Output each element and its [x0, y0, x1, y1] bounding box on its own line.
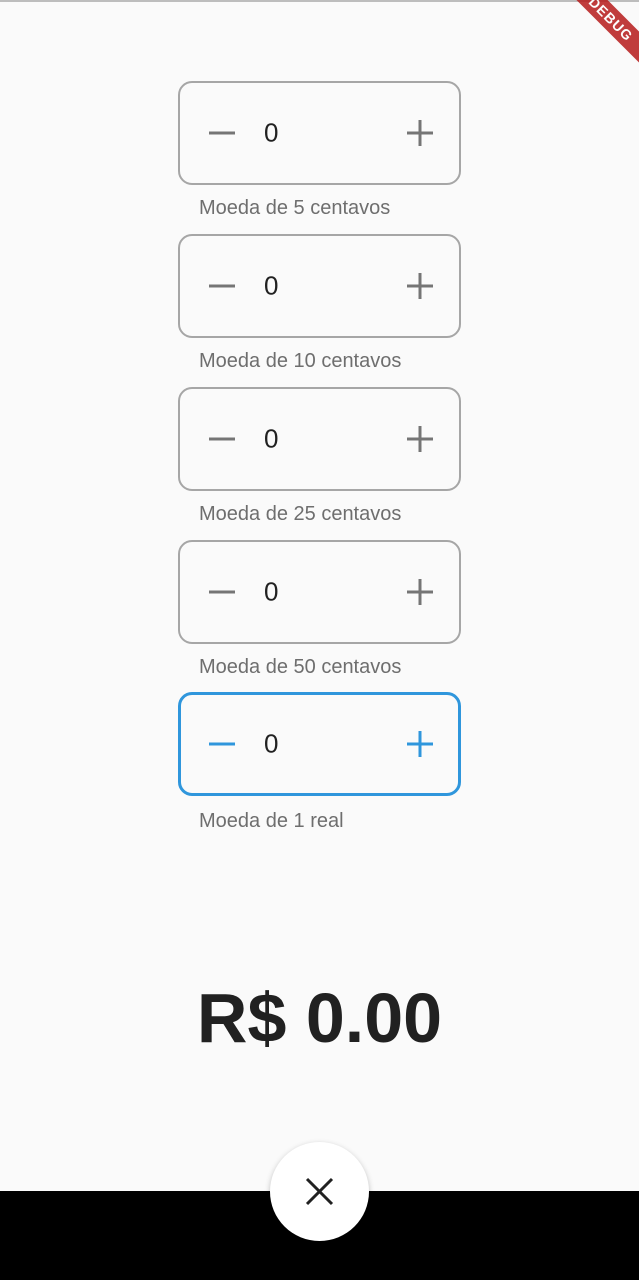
coin-stepper: 0 — [178, 540, 461, 644]
plus-icon — [407, 731, 433, 757]
increment-button[interactable] — [400, 113, 440, 153]
close-icon — [305, 1177, 334, 1206]
minus-icon — [209, 284, 235, 288]
coin-count-field[interactable]: 0 — [264, 118, 278, 149]
increment-button[interactable] — [400, 724, 440, 764]
top-divider — [0, 0, 639, 2]
plus-icon — [407, 426, 433, 452]
coin-label: Moeda de 25 centavos — [199, 503, 402, 525]
coin-stepper: 0 — [178, 81, 461, 185]
plus-icon — [407, 579, 433, 605]
coin-stepper-group-5-centavos: 0 Moeda de 5 centavos — [178, 81, 461, 219]
coin-stepper-focused: 0 — [178, 692, 461, 796]
coin-stepper: 0 — [178, 387, 461, 491]
coin-stepper: 0 — [178, 234, 461, 338]
coin-count-field[interactable]: 0 — [264, 424, 278, 455]
coin-label: Moeda de 50 centavos — [199, 656, 402, 678]
coin-stepper-group-50-centavos: 0 Moeda de 50 centavos — [178, 540, 461, 678]
debug-banner: DEBUG — [560, 0, 639, 70]
plus-icon — [407, 120, 433, 146]
coin-label: Moeda de 10 centavos — [199, 350, 402, 372]
minus-icon — [209, 131, 235, 135]
decrement-button[interactable] — [202, 266, 242, 306]
coin-count-field[interactable]: 0 — [264, 729, 278, 760]
coin-stepper-group-10-centavos: 0 Moeda de 10 centavos — [178, 234, 461, 372]
decrement-button[interactable] — [202, 419, 242, 459]
increment-button[interactable] — [400, 266, 440, 306]
coin-count-field[interactable]: 0 — [264, 271, 278, 302]
coin-stepper-group-1-real: 0 Moeda de 1 real — [178, 692, 461, 832]
minus-icon — [209, 590, 235, 594]
coin-label: Moeda de 1 real — [199, 810, 344, 832]
minus-icon — [209, 437, 235, 441]
app-screen: DEBUG 0 Moeda de 5 centavos 0 Moeda de 1… — [0, 0, 639, 1280]
increment-button[interactable] — [400, 419, 440, 459]
decrement-button[interactable] — [202, 113, 242, 153]
coin-label: Moeda de 5 centavos — [199, 197, 391, 219]
increment-button[interactable] — [400, 572, 440, 612]
minus-icon — [209, 742, 235, 746]
coin-count-field[interactable]: 0 — [264, 577, 278, 608]
coin-stepper-group-25-centavos: 0 Moeda de 25 centavos — [178, 387, 461, 525]
decrement-button[interactable] — [202, 572, 242, 612]
plus-icon — [407, 273, 433, 299]
decrement-button[interactable] — [202, 724, 242, 764]
total-amount: R$ 0.00 — [196, 979, 443, 1057]
clear-button[interactable] — [270, 1142, 369, 1241]
